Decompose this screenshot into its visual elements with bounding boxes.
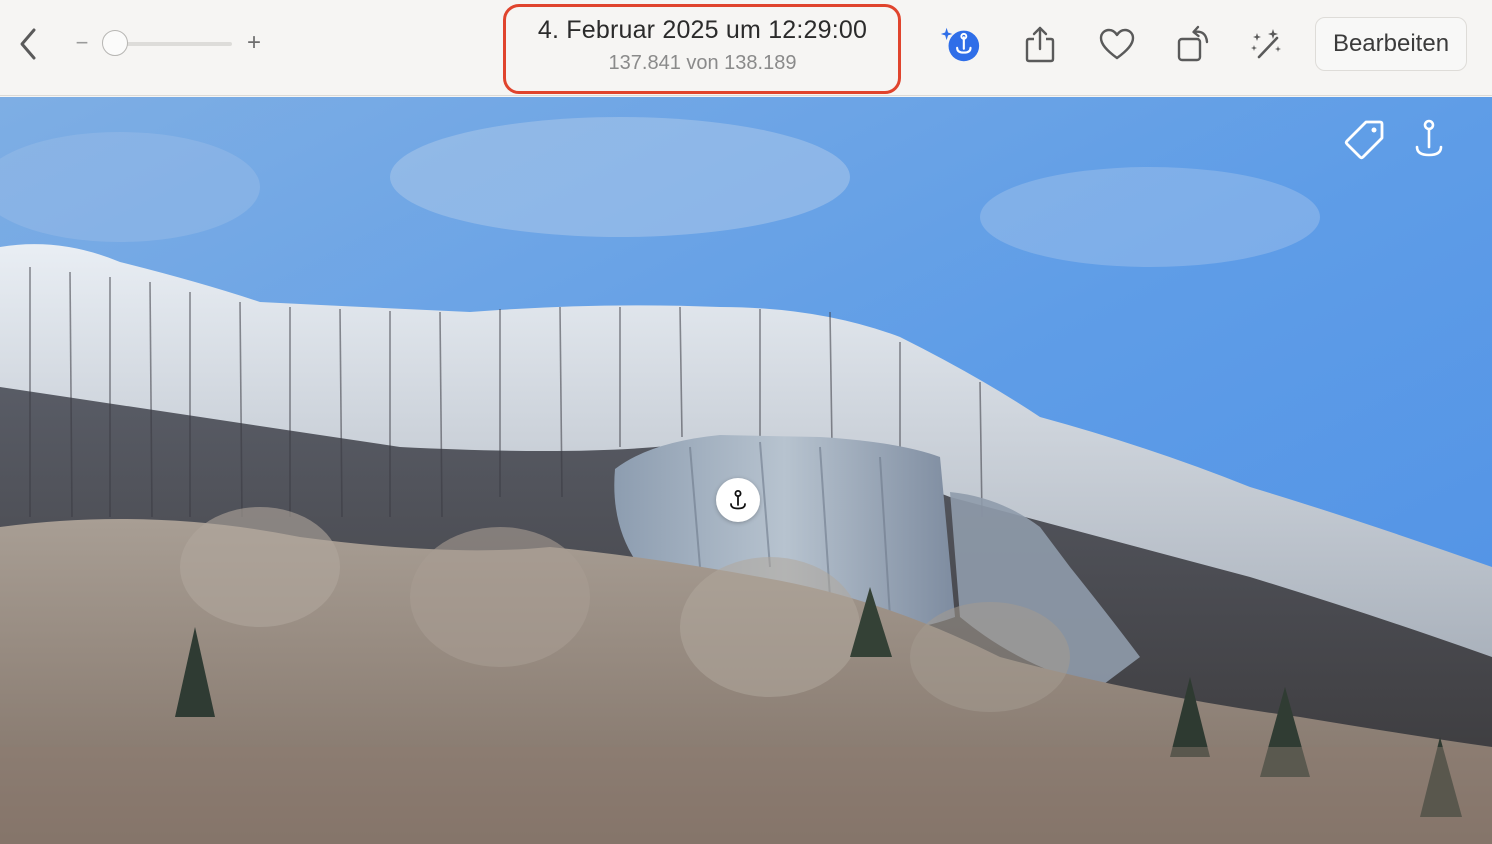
visual-lookup-pin-icon [730,490,746,510]
edit-button[interactable]: Bearbeiten [1315,17,1467,71]
toolbar: − + 4. Februar 2025 um 12:29:00 137.841 … [0,0,1492,96]
back-chevron-icon [20,28,36,60]
zoom-in-button[interactable]: + [242,29,266,57]
annotation-highlight-box [503,4,901,94]
visual-lookup-overlay-button[interactable] [1406,116,1452,162]
share-button[interactable] [1018,22,1062,66]
visual-lookup-button[interactable] [938,22,982,66]
zoom-slider-thumb[interactable] [102,30,128,56]
visual-lookup-icon [940,27,980,62]
auto-enhance-button[interactable] [1244,22,1288,66]
landscape-photo [0,97,1492,844]
photo-view[interactable] [0,97,1492,844]
zoom-out-button[interactable]: − [72,30,92,56]
magic-wand-icon [1251,29,1281,59]
rotate-button[interactable] [1172,22,1216,66]
rotate-icon [1177,25,1209,62]
share-icon [1025,26,1055,63]
zoom-slider-track[interactable] [118,42,232,46]
keyword-tag-button[interactable] [1341,116,1387,162]
visual-lookup-subject-marker[interactable] [716,478,760,522]
tag-icon [1344,120,1384,160]
favorite-button[interactable] [1095,22,1139,66]
back-button[interactable] [10,24,46,64]
heart-icon [1099,28,1135,60]
visual-lookup-icon [1415,119,1443,157]
